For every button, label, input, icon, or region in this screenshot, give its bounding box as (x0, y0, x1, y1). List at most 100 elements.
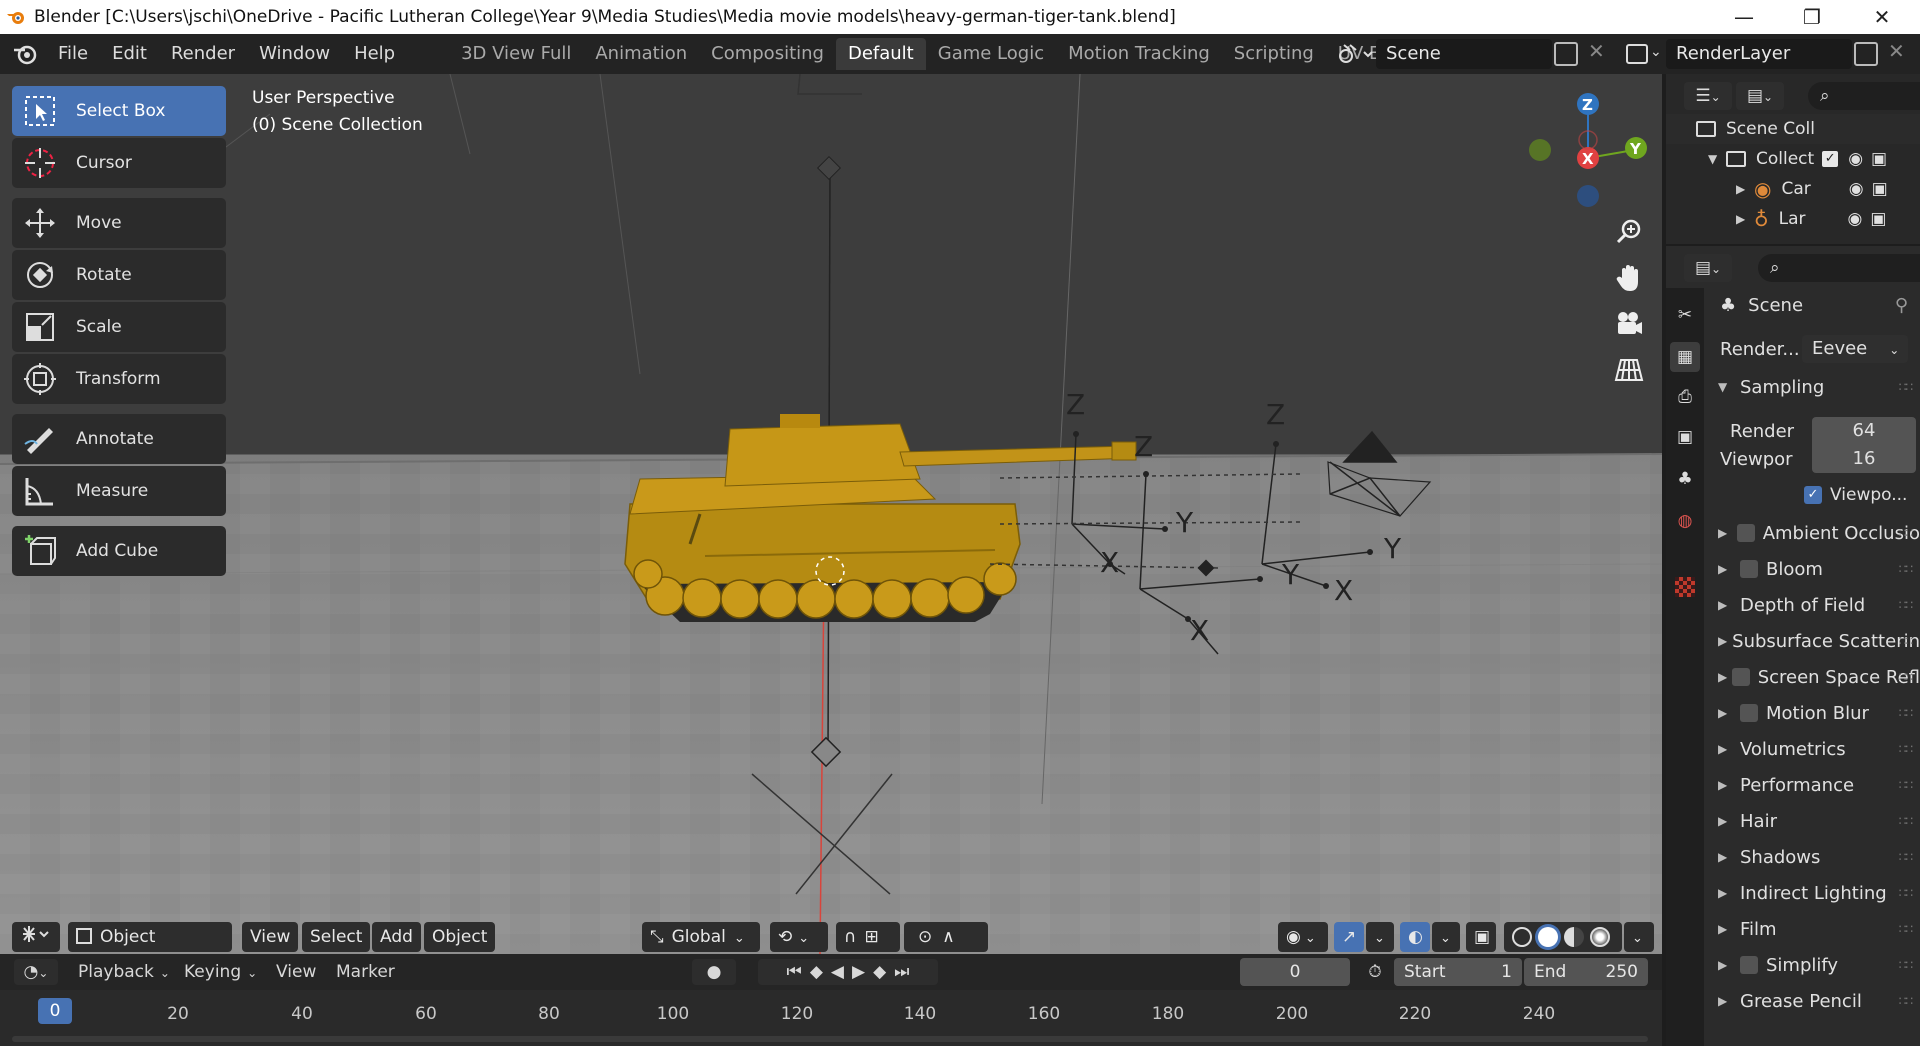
tool-rotate[interactable]: Rotate (12, 250, 226, 300)
minimize-button[interactable]: — (1714, 0, 1774, 34)
orientation-gizmo[interactable]: Z Y X (1529, 93, 1647, 207)
gizmo-neg-y[interactable] (1529, 139, 1551, 161)
zoom-button[interactable] (1609, 212, 1649, 252)
tab-compositing[interactable]: Compositing (699, 38, 836, 70)
playhead[interactable]: 0 (38, 998, 72, 1024)
new-view-layer-icon[interactable] (1854, 42, 1878, 66)
snap-toggle[interactable]: ∩ ⊞ (836, 922, 900, 952)
tool-transform[interactable]: Transform (12, 354, 226, 404)
playback-dropdown[interactable]: Playback ⌄ (78, 959, 170, 985)
timeline-editor-type-button[interactable]: ◔⌄ (14, 959, 58, 985)
panel-film[interactable]: ▶ Film ∷∷ (1710, 912, 1920, 946)
delete-scene-icon[interactable]: ✕ (1588, 39, 1605, 63)
outliner-item-lamp[interactable]: ▶ ♁ Lar ◉ ▣ (1666, 204, 1920, 234)
drag-handle-icon[interactable]: ∷∷ (1899, 778, 1913, 792)
tool-measure[interactable]: Measure (12, 466, 226, 516)
tab-animation[interactable]: Animation (583, 38, 699, 70)
tab-scripting[interactable]: Scripting (1222, 38, 1326, 70)
editor-type-button[interactable] (12, 922, 60, 952)
view-layer-selector-icon[interactable]: ⌄ (1622, 40, 1662, 68)
menu-file[interactable]: File (46, 38, 100, 70)
panel-volumetrics[interactable]: ▶ Volumetrics ∷∷ (1710, 732, 1920, 766)
menu-view[interactable]: View (242, 922, 299, 952)
screen-space-reflections-checkbox[interactable] (1731, 668, 1750, 686)
marker-menu[interactable]: Marker (336, 959, 395, 985)
timeline-editor[interactable]: ◔⌄ Playback ⌄ Keying ⌄ View Marker ● ⏮ ◆ ◀… (0, 954, 1662, 1046)
current-frame-field[interactable]: 0 (1240, 958, 1350, 986)
drag-handle-icon[interactable]: ∷∷ (1899, 994, 1913, 1008)
3d-viewport[interactable]: Z Z Z Y Y Y X X X Z Y X User Perspective… (0, 74, 1662, 954)
tool-move[interactable]: Move (12, 198, 226, 248)
drag-handle-icon[interactable]: ∷∷ (1899, 742, 1913, 756)
expand-arrow-icon[interactable]: ▼ (1708, 152, 1726, 166)
visibility-dropdown[interactable]: ◉ ⌄ (1278, 922, 1328, 952)
delete-view-layer-icon[interactable]: ✕ (1888, 39, 1905, 63)
tab-motion-tracking[interactable]: Motion Tracking (1056, 38, 1222, 70)
panel-hair[interactable]: ▶ Hair ∷∷ (1710, 804, 1920, 838)
menu-window[interactable]: Window (247, 38, 342, 70)
panel-bloom[interactable]: ▶ Bloom ∷∷ (1710, 552, 1920, 586)
solid-shading-icon[interactable] (1538, 927, 1558, 947)
output-tab-icon[interactable]: ⎙ (1670, 382, 1700, 412)
tab-game-logic[interactable]: Game Logic (926, 38, 1056, 70)
timeline-scrollbar[interactable] (12, 1036, 1648, 1042)
outliner-collection[interactable]: ▼ Collect ✓ ◉ ▣ (1666, 144, 1920, 174)
world-tab-icon[interactable]: ◍ (1670, 506, 1700, 536)
texture-tab-icon[interactable] (1670, 572, 1700, 602)
drag-handle-icon[interactable]: ∷∷ (1899, 670, 1913, 684)
outliner-display-mode[interactable]: ☰⌄ (1684, 82, 1732, 110)
tab-3d-view-full[interactable]: 3D View Full (449, 38, 583, 70)
prev-keyframe-icon[interactable]: ◆ (810, 959, 823, 985)
properties-editor-type[interactable]: ▤⌄ (1684, 254, 1732, 282)
close-window-button[interactable]: ✕ (1852, 0, 1912, 34)
panel-depth-of-field[interactable]: ▶ Depth of Field ∷∷ (1710, 588, 1920, 622)
tool-add-cube[interactable]: Add Cube (12, 526, 226, 576)
jump-start-icon[interactable]: ⏮ (787, 959, 802, 985)
panel-motion-blur[interactable]: ▶ Motion Blur ∷∷ (1710, 696, 1920, 730)
panel-screen-space-reflections[interactable]: ▶ Screen Space Refl ∷∷ (1710, 660, 1920, 694)
drag-handle-icon[interactable]: ∷∷ (1899, 706, 1913, 720)
render-tab-icon[interactable]: ▦ (1670, 342, 1700, 372)
drag-handle-icon[interactable]: ∷∷ (1899, 850, 1913, 864)
tool-annotate[interactable]: Annotate (12, 414, 226, 464)
panel-shadows[interactable]: ▶ Shadows ∷∷ (1710, 840, 1920, 874)
sampling-panel-header[interactable]: ▼ Sampling ∷∷ (1710, 370, 1920, 404)
menu-select[interactable]: Select (302, 922, 371, 952)
material-shading-icon[interactable] (1564, 927, 1584, 947)
menu-add[interactable]: Add (372, 922, 421, 952)
scene-tab-icon[interactable]: ♣ (1670, 464, 1700, 494)
simplify-checkbox[interactable] (1740, 956, 1758, 974)
panel-simplify[interactable]: ▶ Simplify ∷∷ (1710, 948, 1920, 982)
gizmo-toggle[interactable]: ↗ (1334, 922, 1364, 952)
viewport-scene[interactable]: Z Z Z Y Y Y X X X Z Y X (0, 74, 1662, 954)
outliner-item-camera[interactable]: ▶ ◉ Car ◉ ▣ (1666, 174, 1920, 204)
camera-render-icon[interactable]: ▣ (1870, 209, 1886, 229)
jump-end-icon[interactable]: ⏭ (894, 959, 909, 985)
eye-icon[interactable]: ◉ (1848, 149, 1863, 169)
tab-default[interactable]: Default (835, 38, 926, 70)
rendered-shading-icon[interactable] (1590, 927, 1610, 947)
blender-menu-icon[interactable] (12, 43, 38, 65)
tool-tab-icon[interactable]: ✂ (1670, 300, 1700, 330)
menu-render[interactable]: Render (159, 38, 247, 70)
scene-name-field[interactable]: Scene (1376, 39, 1552, 69)
bloom-checkbox[interactable] (1740, 560, 1758, 578)
camera-view-button[interactable] (1609, 304, 1649, 344)
scene-selector-icon[interactable] (1334, 41, 1374, 67)
proportional-editing-toggle[interactable]: ⊙ ∧ (910, 922, 988, 952)
drag-handle-icon[interactable]: ∷∷ (1899, 634, 1913, 648)
outliner-scene-collection[interactable]: Scene Coll (1666, 114, 1920, 144)
shading-dropdown[interactable]: ⌄ (1624, 922, 1654, 952)
preview-range-icon[interactable]: ⏱ (1360, 959, 1390, 985)
drag-handle-icon[interactable]: ∷∷ (1899, 958, 1913, 972)
keying-dropdown[interactable]: Keying ⌄ (184, 959, 257, 985)
timeline-view-menu[interactable]: View (276, 959, 316, 985)
gizmo-dropdown[interactable]: ⌄ (1366, 922, 1394, 952)
restore-button[interactable]: ❐ (1782, 0, 1842, 34)
overlays-dropdown[interactable]: ⌄ (1432, 922, 1460, 952)
new-scene-icon[interactable] (1554, 42, 1578, 66)
drag-handle-icon[interactable]: ∷∷ (1899, 562, 1913, 576)
eye-icon[interactable]: ◉ (1849, 179, 1864, 199)
pan-button[interactable] (1609, 258, 1649, 298)
render-layer-field[interactable]: RenderLayer (1666, 39, 1852, 69)
